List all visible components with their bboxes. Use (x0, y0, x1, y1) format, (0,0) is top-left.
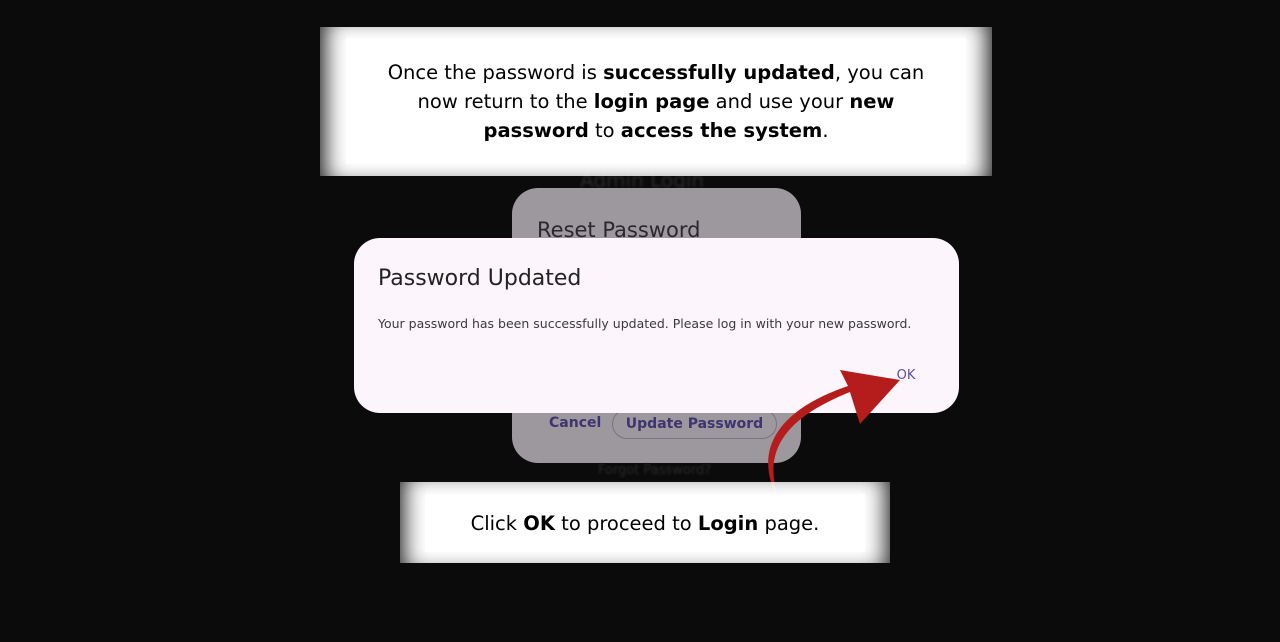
bottom-instruction-banner: Click OK to proceed to Login page. (425, 494, 865, 552)
bottom-instruction-text: Click OK to proceed to Login page. (470, 511, 820, 535)
tutorial-frame: Admin Login Reset Password Cancel Update… (0, 0, 1280, 642)
arrow-shape (768, 370, 900, 502)
